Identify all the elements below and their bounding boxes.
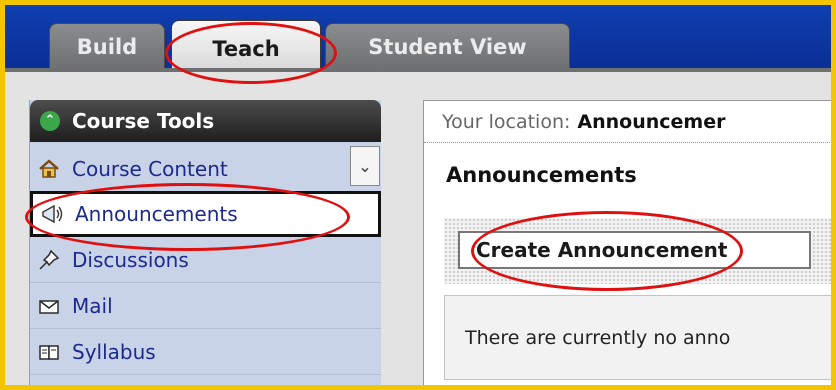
- empty-notice: There are currently no anno: [444, 295, 831, 380]
- sidebar-item-announcements[interactable]: Announcements: [30, 191, 381, 237]
- tab-build[interactable]: Build: [49, 23, 165, 69]
- sidebar-item-label: Mail: [72, 293, 113, 318]
- collapse-icon[interactable]: ⌃: [40, 111, 60, 131]
- sidebar-item-label: Course Content: [72, 156, 228, 181]
- course-tools-header[interactable]: ⌃ Course Tools: [30, 100, 381, 142]
- sidebar-item-discussions[interactable]: Discussions: [30, 237, 381, 283]
- megaphone-icon: [39, 201, 65, 227]
- sidebar-item-course-content[interactable]: Course Content: [30, 146, 381, 192]
- tab-student-view[interactable]: Student View: [325, 23, 570, 69]
- sidebar-item-label: Syllabus: [72, 339, 156, 364]
- sidebar-item-label: Discussions: [72, 247, 189, 272]
- home-icon: [36, 156, 62, 182]
- expand-toggle-icon[interactable]: ⌄: [350, 146, 380, 186]
- breadcrumb-prefix: Your location:: [442, 110, 571, 133]
- envelope-icon: [36, 293, 62, 319]
- breadcrumb-current: Announcemer: [577, 110, 726, 133]
- screenshot-frame: Build Teach Student View ⌃ Course Tools …: [0, 0, 836, 390]
- sidebar-item-syllabus[interactable]: Syllabus: [30, 329, 381, 375]
- page-title: Announcements: [446, 163, 637, 187]
- sidebar-item-mail[interactable]: Mail: [30, 283, 381, 329]
- action-toolbar: Create Announcement: [444, 218, 831, 284]
- create-announcement-button[interactable]: Create Announcement: [458, 231, 811, 269]
- breadcrumb: Your location: Announcemer: [424, 101, 831, 143]
- top-tab-bar: Build Teach Student View: [5, 5, 831, 72]
- tab-teach[interactable]: Teach: [171, 20, 321, 72]
- pin-icon: [36, 247, 62, 273]
- main-panel: Your location: Announcemer Announcements…: [423, 100, 831, 385]
- book-icon: [36, 339, 62, 365]
- course-tools-sidebar: ⌃ Course Tools Course Content ⌄ Announce…: [29, 100, 381, 385]
- course-tools-title: Course Tools: [72, 109, 215, 133]
- sidebar-item-label: Announcements: [75, 202, 238, 226]
